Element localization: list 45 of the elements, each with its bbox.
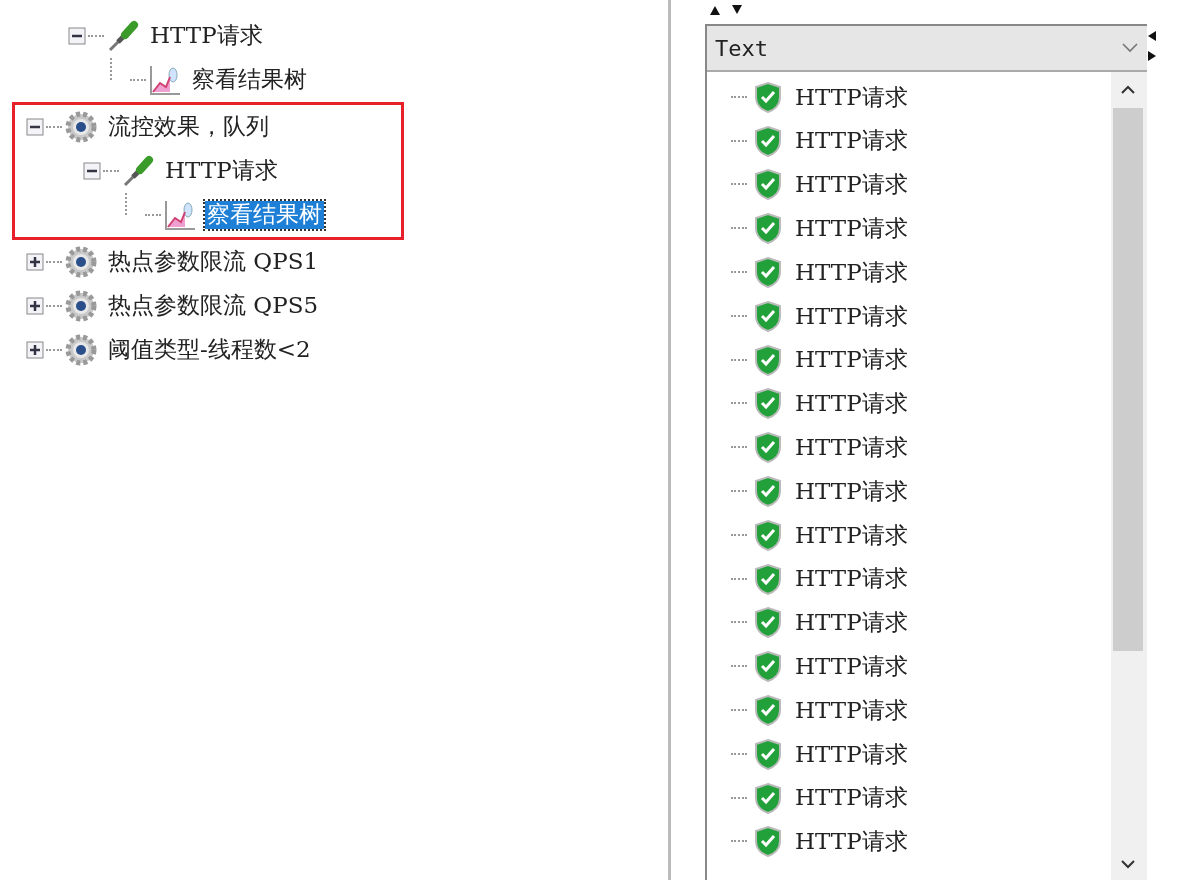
tree-node[interactable]: HTTP请求 bbox=[163, 157, 280, 185]
result-item[interactable]: HTTP请求 bbox=[795, 736, 908, 772]
tree-node[interactable]: 热点参数限流 QPS5 bbox=[106, 292, 321, 320]
view-select[interactable]: Text bbox=[707, 26, 1147, 72]
result-item[interactable]: HTTP请求 bbox=[795, 430, 908, 465]
collapse-down-icon[interactable] bbox=[731, 4, 743, 16]
result-item[interactable]: HTTP请求 bbox=[795, 254, 908, 290]
collapse-toggle-icon[interactable] bbox=[68, 27, 86, 45]
expand-toggle-icon[interactable] bbox=[26, 253, 44, 271]
result-item[interactable]: HTTP请求 bbox=[795, 79, 908, 115]
tree-node[interactable]: 察看结果树 bbox=[190, 66, 309, 94]
tree-node[interactable]: 阈值类型-线程数<2 bbox=[106, 336, 313, 364]
gear-icon bbox=[64, 333, 98, 367]
result-item[interactable]: HTTP请求 bbox=[795, 386, 908, 421]
result-item[interactable]: HTTP请求 bbox=[795, 561, 908, 596]
result-item[interactable]: HTTP请求 bbox=[795, 824, 908, 859]
result-item[interactable]: HTTP请求 bbox=[795, 298, 908, 334]
dropper-icon bbox=[121, 154, 155, 188]
result-item[interactable]: HTTP请求 bbox=[795, 167, 908, 202]
tree-node[interactable]: 流控效果，队列 bbox=[106, 113, 271, 141]
chevron-down-icon bbox=[1121, 42, 1139, 54]
scrollbar-thumb[interactable] bbox=[1113, 108, 1143, 651]
collapse-up-icon[interactable] bbox=[709, 4, 721, 16]
gear-icon bbox=[64, 110, 98, 144]
chart-icon bbox=[148, 63, 182, 97]
chart-icon bbox=[163, 198, 197, 232]
tree-node[interactable]: 热点参数限流 QPS1 bbox=[106, 248, 321, 276]
result-item[interactable]: HTTP请求 bbox=[795, 692, 908, 728]
result-item[interactable]: HTTP请求 bbox=[795, 517, 908, 553]
result-item[interactable]: HTTP请求 bbox=[795, 780, 908, 815]
tree-node[interactable]: HTTP请求 bbox=[148, 22, 265, 50]
gear-icon bbox=[64, 289, 98, 323]
result-item[interactable]: HTTP请求 bbox=[795, 211, 908, 246]
dropper-icon bbox=[106, 19, 140, 53]
collapse-toggle-icon[interactable] bbox=[26, 118, 44, 136]
expand-toggle-icon[interactable] bbox=[26, 297, 44, 315]
tree-node[interactable]: 察看结果树 bbox=[205, 201, 324, 229]
result-item[interactable]: HTTP请求 bbox=[795, 649, 908, 684]
collapse-toggle-icon[interactable] bbox=[83, 162, 101, 180]
expand-toggle-icon[interactable] bbox=[26, 341, 44, 359]
result-item[interactable]: HTTP请求 bbox=[795, 605, 908, 640]
gear-icon bbox=[64, 245, 98, 279]
result-item[interactable]: HTTP请求 bbox=[795, 123, 908, 158]
result-item[interactable]: HTTP请求 bbox=[795, 342, 908, 377]
result-item[interactable]: HTTP请求 bbox=[795, 473, 908, 509]
